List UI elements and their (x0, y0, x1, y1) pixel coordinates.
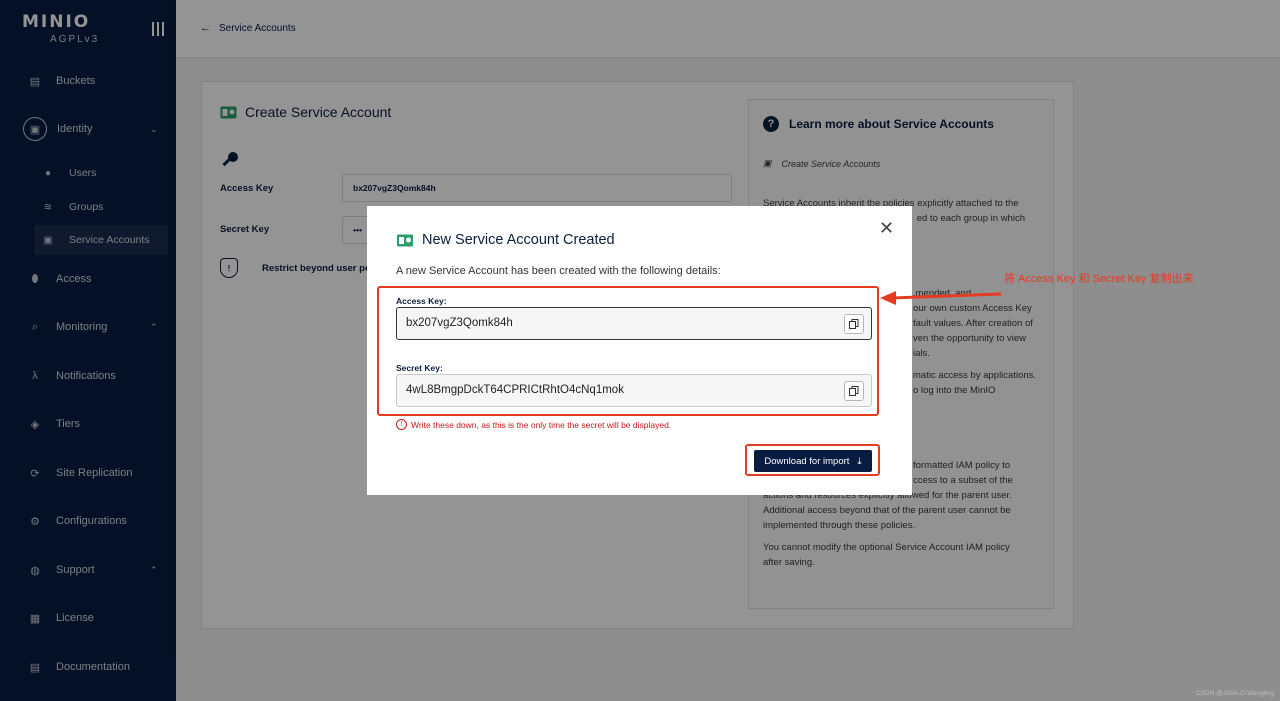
annotation-download-box (745, 444, 880, 476)
warning-message: ! Write these down, as this is the only … (396, 419, 671, 430)
warning-text: Write these down, as this is the only ti… (411, 419, 672, 430)
annotation-text: 将 Access Key 和 Secret Key 复制出来 (1004, 273, 1194, 285)
dialog-description: A new Service Account has been created w… (396, 265, 721, 277)
dialog-title: New Service Account Created (396, 232, 615, 248)
service-account-icon (397, 234, 413, 246)
dialog-title-text: New Service Account Created (422, 232, 615, 248)
warning-icon: ! (396, 419, 407, 430)
annotation-keys-box (377, 286, 879, 416)
annotation-arrow-icon (880, 291, 1002, 305)
close-icon[interactable]: ✕ (879, 218, 894, 239)
watermark: CSDN @JAVA-D-Wangling (1196, 690, 1274, 697)
